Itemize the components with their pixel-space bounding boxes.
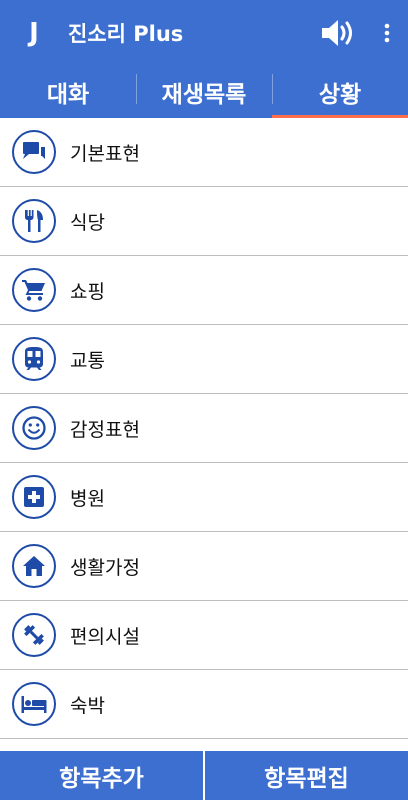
home-icon xyxy=(12,544,56,588)
more-vertical-icon[interactable] xyxy=(378,13,396,53)
list-item-label: 감정표현 xyxy=(70,418,140,441)
tab-bar: 대화 재생목록 상황 xyxy=(0,66,408,118)
tab-situation[interactable]: 상황 xyxy=(272,66,408,118)
list-item-label: 교통 xyxy=(70,349,105,372)
list-item-label: 식당 xyxy=(70,211,105,234)
app-logo-letter: J xyxy=(29,18,39,48)
medical-cross-icon xyxy=(12,475,56,519)
app-bar: J 진소리 Plus xyxy=(0,0,408,66)
list-item-label: 편의시설 xyxy=(70,625,140,648)
list-item-basic-expressions[interactable]: 기본표현 xyxy=(0,118,408,187)
list-item-home-life[interactable]: 생활가정 xyxy=(0,532,408,601)
list-item-shopping[interactable]: 쇼핑 xyxy=(0,256,408,325)
list-item-emotions[interactable]: 감정표현 xyxy=(0,394,408,463)
list-item-label: 생활가정 xyxy=(70,556,140,579)
chat-bubbles-icon xyxy=(12,130,56,174)
edit-items-button[interactable]: 항목편집 xyxy=(203,751,408,800)
tab-playlist[interactable]: 재생목록 xyxy=(136,66,272,118)
train-icon xyxy=(12,337,56,381)
category-list: 기본표현 식당 쇼핑 교통 감정표현 병원 생활가정 편의시설 숙박 xyxy=(0,118,408,751)
speaker-icon[interactable] xyxy=(318,13,360,53)
app-title: 진소리 Plus xyxy=(68,22,184,46)
bottom-action-bar: 항목추가 항목편집 xyxy=(0,751,408,800)
list-item-label: 기본표현 xyxy=(70,142,140,165)
list-item-hospital[interactable]: 병원 xyxy=(0,463,408,532)
smiley-icon xyxy=(12,406,56,450)
tab-conversation[interactable]: 대화 xyxy=(0,66,136,118)
list-item-label: 쇼핑 xyxy=(70,280,105,303)
list-item-label: 숙박 xyxy=(70,694,105,717)
app-logo: J xyxy=(22,18,46,48)
list-item-label: 병원 xyxy=(70,487,105,510)
list-item-facilities[interactable]: 편의시설 xyxy=(0,601,408,670)
bed-icon xyxy=(12,682,56,726)
add-item-button[interactable]: 항목추가 xyxy=(0,751,203,800)
fork-knife-icon xyxy=(12,199,56,243)
dumbbell-icon xyxy=(12,613,56,657)
list-item-lodging[interactable]: 숙박 xyxy=(0,670,408,739)
list-item-transport[interactable]: 교통 xyxy=(0,325,408,394)
shopping-cart-icon xyxy=(12,268,56,312)
list-item-restaurant[interactable]: 식당 xyxy=(0,187,408,256)
